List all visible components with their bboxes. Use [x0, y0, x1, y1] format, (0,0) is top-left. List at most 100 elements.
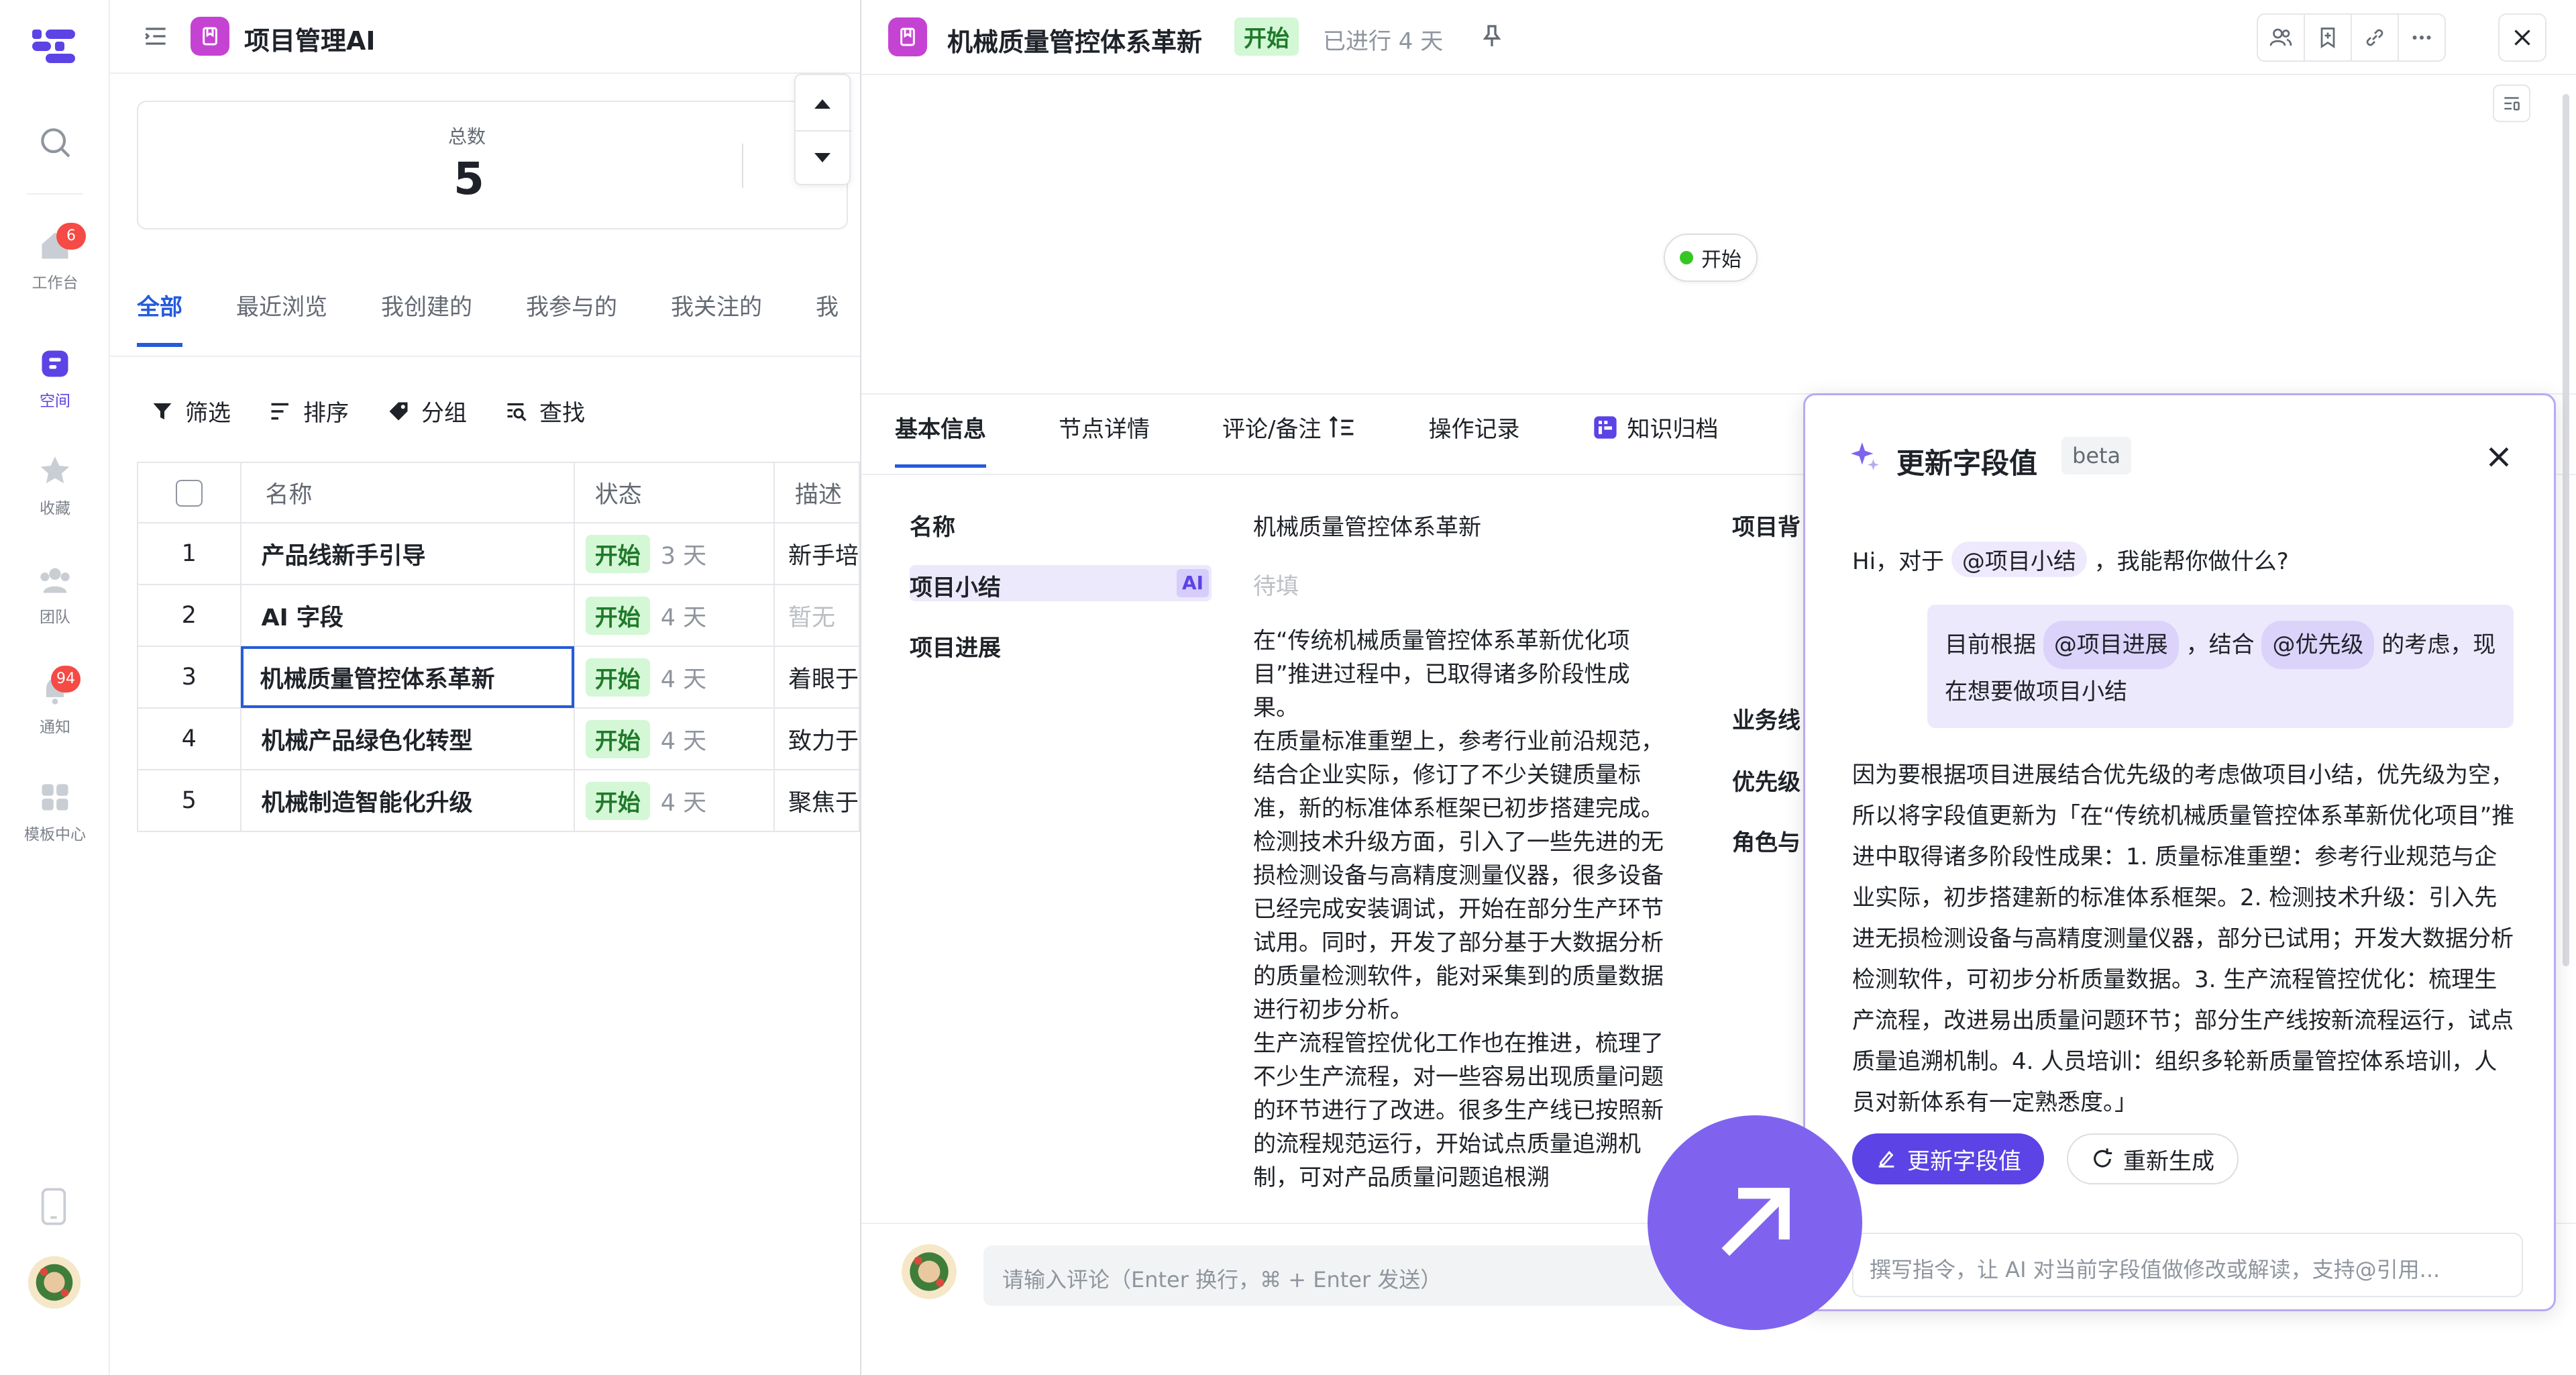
- search-icon[interactable]: [36, 123, 74, 164]
- left-rail: 工作台 6 空间 收藏 团队 通知 94 模板中心: [0, 0, 110, 1375]
- table-row[interactable]: 2 AI 字段 开始 4 天 暂无: [137, 584, 861, 647]
- rail-item-notifications[interactable]: 通知 94: [0, 666, 110, 737]
- status-badge: 开始: [585, 596, 650, 635]
- tab-recent[interactable]: 最近浏览: [236, 289, 327, 321]
- row-desc[interactable]: 新手培: [773, 522, 861, 585]
- tab-operation-log[interactable]: 操作记录: [1428, 411, 1519, 444]
- column-header-name[interactable]: 名称: [239, 462, 575, 523]
- status-badge: 开始: [585, 719, 650, 758]
- row-index: 4: [137, 707, 241, 770]
- tab-created[interactable]: 我创建的: [381, 289, 472, 321]
- select-all-checkbox[interactable]: [175, 479, 203, 507]
- scroll-up-icon[interactable]: [812, 95, 833, 114]
- update-field-label: 更新字段值: [1907, 1148, 2021, 1175]
- status-badge[interactable]: 开始: [1234, 17, 1299, 56]
- table-row[interactable]: 3 机械质量管控体系革新 开始 4 天 着眼于: [137, 646, 861, 709]
- app-logo-icon[interactable]: [32, 27, 78, 67]
- column-header-desc[interactable]: 描述: [773, 462, 861, 523]
- close-ai-panel-icon[interactable]: [2484, 442, 2514, 474]
- table-row[interactable]: 4 机械产品绿色化转型 开始 4 天 致力于: [137, 707, 861, 770]
- status-badge: 开始: [585, 658, 650, 697]
- star-icon: [40, 456, 70, 484]
- sort-button[interactable]: 排序: [268, 395, 349, 427]
- pin-icon[interactable]: [1479, 23, 1505, 52]
- list-panel: 项目管理AI 总数 5 全部 最近浏览 我创建的 我参与的 我关注的 我 筛选 …: [110, 0, 861, 1375]
- tab-basic-info[interactable]: 基本信息: [895, 411, 986, 468]
- field-value-progress[interactable]: 在“传统机械质量管控体系革新优化项目”推进过程中，已取得诸多阶段性成果。 在质量…: [1253, 624, 1669, 1227]
- tab-node-detail[interactable]: 节点详情: [1059, 411, 1150, 444]
- avatar[interactable]: [28, 1256, 80, 1309]
- greeting-text: ，我能帮你做什么?: [2094, 548, 2289, 575]
- row-index: 1: [137, 522, 241, 585]
- find-button[interactable]: 查找: [504, 395, 585, 427]
- more-icon: [2412, 36, 2431, 40]
- group-label: 分组: [421, 400, 467, 427]
- field-mention[interactable]: @项目进展: [2043, 621, 2179, 669]
- scroll-down-icon[interactable]: [812, 150, 833, 169]
- field-value-summary-placeholder[interactable]: 待填: [1253, 568, 1299, 601]
- comment-placeholder: 请输入评论（Enter 换行，⌘ + Enter 发送）: [1002, 1267, 1442, 1292]
- table-row[interactable]: 5 机械制造智能化升级 开始 4 天 聚焦于: [137, 769, 861, 832]
- row-name[interactable]: 机械产品绿色化转型: [239, 707, 575, 770]
- row-name-selected[interactable]: 机械质量管控体系革新: [239, 646, 575, 709]
- row-name[interactable]: AI 字段: [239, 584, 575, 647]
- select-all-cell: [137, 462, 241, 523]
- collapse-sidebar-icon[interactable]: [141, 21, 170, 54]
- field-value-name[interactable]: 机械质量管控体系革新: [1253, 509, 1481, 542]
- rail-item-workbench[interactable]: 工作台 6: [0, 223, 110, 293]
- rail-item-team[interactable]: 团队: [0, 562, 110, 627]
- row-desc[interactable]: 着眼于: [773, 646, 861, 709]
- summary-label: 总数: [448, 125, 486, 148]
- comment-input[interactable]: 请输入评论（Enter 换行，⌘ + Enter 发送）: [983, 1245, 1708, 1306]
- scrollbar[interactable]: [2563, 94, 2569, 966]
- more-button[interactable]: [2398, 13, 2446, 62]
- ai-instruction-input[interactable]: 撰写指令，让 AI 对当前字段值做修改或解读，支持@引用...: [1852, 1233, 2523, 1297]
- column-header-status[interactable]: 状态: [573, 462, 775, 523]
- members-button[interactable]: [2257, 13, 2305, 62]
- row-name[interactable]: 机械制造智能化升级: [239, 769, 575, 832]
- field-mention[interactable]: @项目小结: [1951, 542, 2087, 577]
- tab-participated[interactable]: 我参与的: [526, 289, 617, 321]
- mobile-icon[interactable]: [39, 1188, 68, 1228]
- knowledge-icon: [1594, 415, 1617, 439]
- copy-link-button[interactable]: [2351, 13, 2399, 62]
- expand-arrow-button[interactable]: [1648, 1115, 1862, 1330]
- group-button[interactable]: 分组: [386, 395, 467, 427]
- flow-node-start[interactable]: 开始: [1664, 234, 1758, 282]
- filter-button[interactable]: 筛选: [150, 395, 231, 427]
- progress-paragraph: 生产流程管控优化工作也在推进，梳理了不少生产流程，对一些容易出现质量问题的环节进…: [1253, 1030, 1664, 1191]
- row-name[interactable]: 产品线新手引导: [239, 522, 575, 585]
- rail-item-space[interactable]: 空间: [0, 346, 110, 411]
- field-label-name: 名称: [910, 514, 955, 541]
- avatar: [902, 1244, 957, 1299]
- flow-node-label: 开始: [1701, 248, 1741, 272]
- rail-item-templates[interactable]: 模板中心: [0, 780, 110, 844]
- status-badge: 开始: [585, 781, 650, 820]
- status-badge: 开始: [585, 534, 650, 573]
- tab-all[interactable]: 全部: [137, 289, 182, 347]
- regenerate-button[interactable]: 重新生成: [2067, 1133, 2239, 1184]
- field-label-summary-row[interactable]: 项目小结 AI: [910, 565, 1212, 601]
- table-row[interactable]: 1 产品线新手引导 开始 3 天 新手培: [137, 522, 861, 585]
- flow-layout-icon[interactable]: [2493, 85, 2530, 122]
- row-desc[interactable]: 暂无: [773, 584, 861, 647]
- tab-knowledge[interactable]: 知识归档: [1592, 411, 1718, 444]
- team-icon: [40, 568, 70, 593]
- user-message-text: 目前根据: [1945, 631, 2036, 658]
- row-desc[interactable]: 致力于: [773, 707, 861, 770]
- close-detail-button[interactable]: [2498, 13, 2546, 62]
- find-label: 查找: [539, 400, 585, 427]
- edit-icon: [1878, 1150, 1894, 1168]
- tab-more[interactable]: 我: [816, 289, 839, 321]
- regenerate-label: 重新生成: [2123, 1148, 2214, 1175]
- field-mention[interactable]: @优先级: [2261, 621, 2375, 669]
- bookmark-add-button[interactable]: [2304, 13, 2352, 62]
- row-desc[interactable]: 聚焦于: [773, 769, 861, 832]
- tab-comments[interactable]: 评论/备注: [1222, 411, 1356, 444]
- template-icon: [42, 784, 68, 811]
- update-field-button[interactable]: 更新字段值: [1852, 1133, 2044, 1184]
- tab-knowledge-label: 知识归档: [1627, 416, 1719, 443]
- rail-item-favorites[interactable]: 收藏: [0, 454, 110, 518]
- summary-card: 总数 5: [137, 101, 848, 230]
- tab-following[interactable]: 我关注的: [671, 289, 762, 321]
